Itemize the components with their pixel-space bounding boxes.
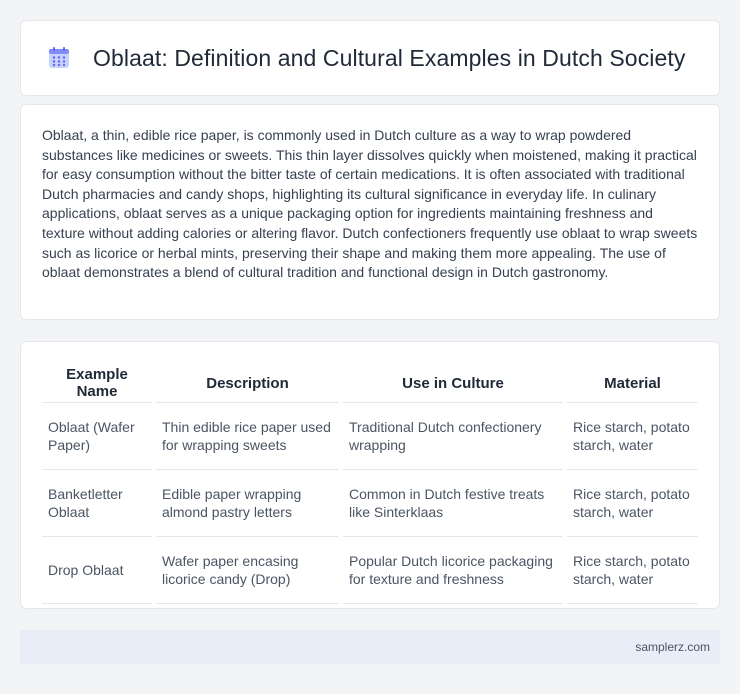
table-cell: Traditional Dutch confectionery wrapping (343, 403, 563, 470)
column-header: Use in Culture (343, 362, 563, 403)
table-row: Oblaat (Wafer Paper) Thin edible rice pa… (42, 403, 698, 470)
table-cell: Edible paper wrapping almond pastry lett… (156, 470, 339, 537)
table-card: Example Name Description Use in Culture … (20, 341, 720, 609)
table-cell: Rice starch, potato starch, water (567, 403, 698, 470)
intro-paragraph: Oblaat, a thin, edible rice paper, is co… (42, 127, 698, 281)
table-cell: Rice starch, potato starch, water (567, 537, 698, 604)
table-cell: Drop Oblaat (42, 537, 152, 604)
table-cell: Wafer paper encasing licorice candy (Dro… (156, 537, 339, 604)
table-cell: Rice starch, potato starch, water (567, 470, 698, 537)
header-card: Oblaat: Definition and Cultural Examples… (20, 20, 720, 96)
table-cell: Banketletter Oblaat (42, 470, 152, 537)
page-title: Oblaat: Definition and Cultural Examples… (93, 44, 686, 71)
table-cell: Common in Dutch festive treats like Sint… (343, 470, 563, 537)
table-row: Banketletter Oblaat Edible paper wrappin… (42, 470, 698, 537)
footer-bar: samplerz.com (20, 630, 720, 664)
examples-table: Example Name Description Use in Culture … (38, 362, 702, 604)
column-header: Material (567, 362, 698, 403)
column-header: Description (156, 362, 339, 403)
intro-card: Oblaat, a thin, edible rice paper, is co… (20, 104, 720, 320)
footer-site-link[interactable]: samplerz.com (635, 640, 710, 654)
column-header: Example Name (42, 362, 152, 403)
table-header-row: Example Name Description Use in Culture … (42, 362, 698, 403)
calendar-icon (49, 47, 69, 68)
table-cell: Oblaat (Wafer Paper) (42, 403, 152, 470)
table-cell: Thin edible rice paper used for wrapping… (156, 403, 339, 470)
table-cell: Popular Dutch licorice packaging for tex… (343, 537, 563, 604)
table-row: Drop Oblaat Wafer paper encasing licoric… (42, 537, 698, 604)
